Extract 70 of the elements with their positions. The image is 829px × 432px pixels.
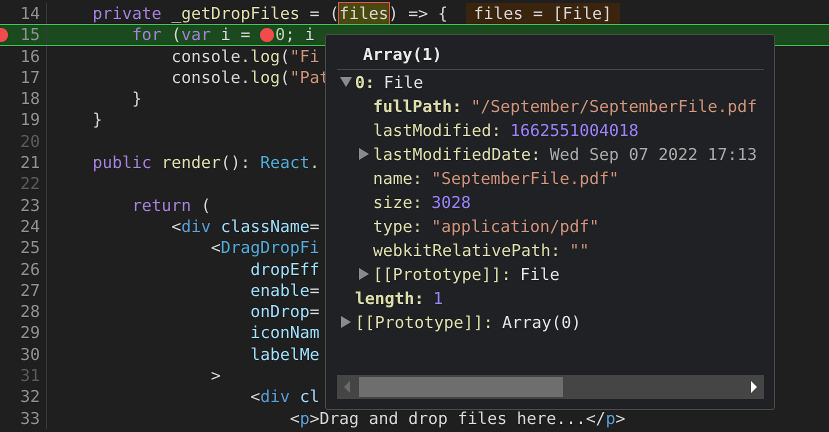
line-number: 21 xyxy=(19,152,40,174)
line-number: 30 xyxy=(19,344,40,366)
property-name: [[Prototype]]: xyxy=(355,312,494,332)
property-name: lastModifiedDate: xyxy=(373,144,541,164)
code-text: onDrop= xyxy=(250,301,320,322)
property-value: "" xyxy=(570,240,590,260)
code-text: console.log("Fi xyxy=(171,46,320,67)
property-name: size: xyxy=(373,192,422,212)
line-number: 25 xyxy=(19,237,40,259)
code-text: > xyxy=(210,365,221,386)
code-text: <div cl xyxy=(250,386,320,408)
code-text: } xyxy=(92,109,102,131)
property-value: "application/pdf" xyxy=(431,216,600,236)
line-number: 26 xyxy=(19,258,40,280)
popup-title: Array(1) xyxy=(362,44,443,66)
property-name: [[Prototype]]: xyxy=(373,264,512,284)
line-number: 33 xyxy=(19,408,40,429)
property-name: webkitRelativePath: xyxy=(373,240,560,260)
code-text: } xyxy=(132,88,142,110)
code-text: <div className= xyxy=(171,216,320,238)
inline-breakpoint-icon[interactable] xyxy=(260,28,274,42)
breakpoint-icon[interactable] xyxy=(0,28,8,42)
line-number: 15 xyxy=(19,25,40,45)
line-number: 18 xyxy=(19,88,40,110)
property-value: Array(0) xyxy=(502,312,582,332)
code-text: private _getDropFiles = ( xyxy=(92,3,340,24)
line-number: 28 xyxy=(19,301,40,322)
code-text: return ( xyxy=(132,194,211,216)
code-text: dropEff xyxy=(250,258,320,280)
property-value: File xyxy=(384,72,424,92)
property-name: length: xyxy=(355,288,424,308)
property-value: Wed Sep 07 2022 17:13 xyxy=(550,144,757,164)
property-value: 1 xyxy=(433,288,443,308)
line-number: 22 xyxy=(19,173,40,195)
horizontal-scrollbar[interactable] xyxy=(337,375,764,399)
property-value: File xyxy=(520,264,560,284)
scroll-right-icon[interactable] xyxy=(750,381,758,393)
hovered-word: files xyxy=(339,3,389,24)
property-value: 1662551004018 xyxy=(510,120,639,140)
line-number: 14 xyxy=(19,3,40,24)
code-text: enable= xyxy=(250,280,320,302)
line-number: 23 xyxy=(19,194,40,216)
code-text: public render(): React. xyxy=(92,152,320,174)
code-text: labelMe xyxy=(250,344,320,366)
property-name: lastModified: xyxy=(373,120,502,140)
line-number: 24 xyxy=(19,216,40,238)
property-name: 0: xyxy=(355,72,375,92)
line-number: 27 xyxy=(19,280,40,302)
property-name: name: xyxy=(373,168,422,188)
code-text: for (var i = xyxy=(132,25,252,45)
property-name: fullPath: xyxy=(373,96,462,116)
line-number: 20 xyxy=(19,130,40,152)
inline-value-hint: files = [File] xyxy=(466,3,620,24)
line-number: 32 xyxy=(19,386,40,408)
code-text: 0; i xyxy=(275,25,315,45)
property-value: "SeptemberFile.pdf" xyxy=(431,168,619,188)
property-name: type: xyxy=(373,216,422,236)
line-number: 19 xyxy=(19,109,40,131)
line-number: 29 xyxy=(19,322,40,344)
code-text: <DragDropFi xyxy=(210,237,320,259)
code-text: iconNam xyxy=(250,322,320,344)
property-value: 3028 xyxy=(431,192,471,212)
expanded-arrow-icon[interactable] xyxy=(337,77,355,87)
line-number: 16 xyxy=(19,46,40,67)
code-text: <p>Drag and drop files here...</p> xyxy=(290,408,626,429)
property-value: "/September/SeptemberFile.pdf xyxy=(470,96,757,116)
line-number: 31 xyxy=(19,365,40,386)
scrollbar-thumb[interactable] xyxy=(359,377,563,397)
code-text: ) => { xyxy=(388,3,448,24)
line-number: 17 xyxy=(19,66,40,88)
